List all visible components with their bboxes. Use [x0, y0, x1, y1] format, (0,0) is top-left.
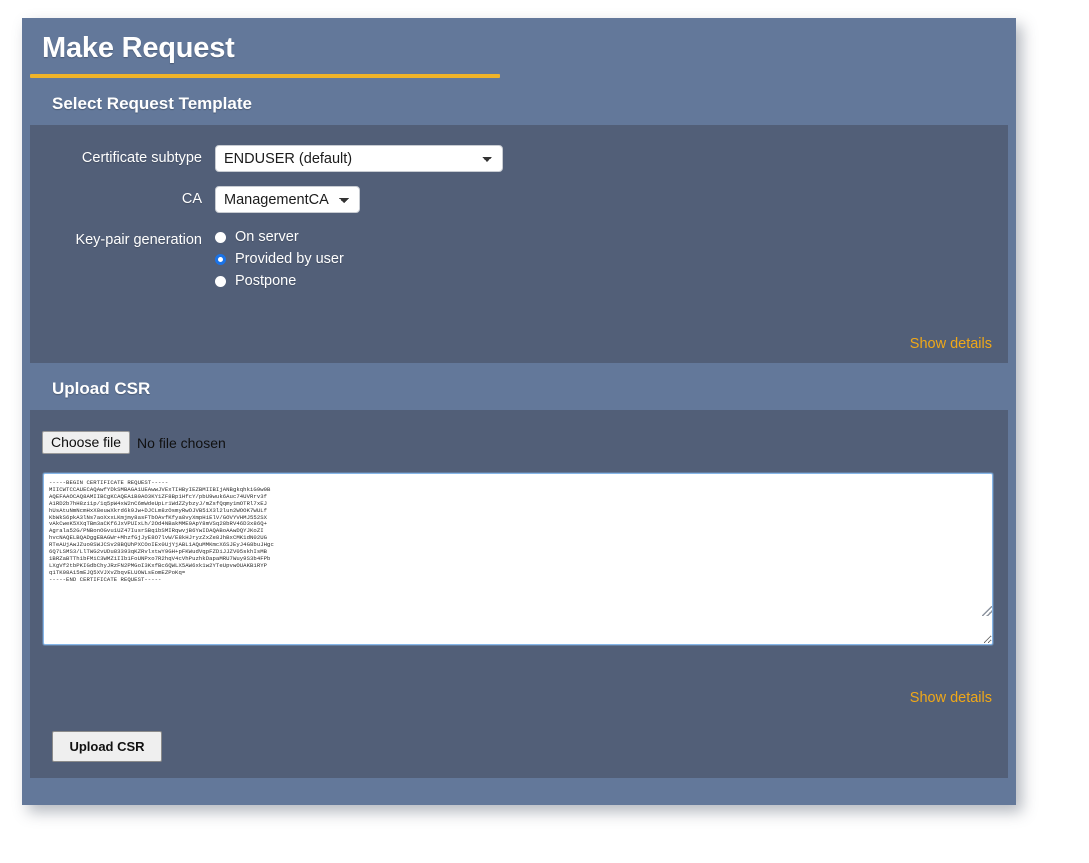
certificate-subtype-label: Certificate subtype: [30, 145, 215, 166]
request-template-panel: Certificate subtype ENDUSER (default) CA…: [30, 125, 1008, 363]
ca-label: CA: [30, 186, 215, 207]
upload-csr-heading: Upload CSR: [22, 363, 1016, 399]
radio-label-provided-by-user: Provided by user: [235, 251, 344, 267]
radio-option-on-server[interactable]: On server: [215, 229, 344, 245]
certificate-subtype-select[interactable]: ENDUSER (default): [215, 145, 503, 172]
choose-file-button[interactable]: Choose file: [42, 431, 130, 454]
make-request-container: Make Request Select Request Template Cer…: [22, 18, 1016, 805]
ca-row: CA ManagementCA: [30, 186, 1008, 213]
file-status-text: No file chosen: [137, 435, 226, 451]
radio-circle-icon: [215, 232, 226, 243]
upload-csr-submit-button[interactable]: Upload CSR: [52, 731, 162, 762]
ca-control: ManagementCA: [215, 186, 360, 213]
csr-textarea[interactable]: [43, 473, 993, 645]
radio-circle-selected-icon: [215, 254, 226, 265]
key-pair-generation-label: Key-pair generation: [30, 227, 215, 248]
show-details-link-upload[interactable]: Show details: [910, 690, 992, 706]
ca-select[interactable]: ManagementCA: [215, 186, 360, 213]
radio-option-postpone[interactable]: Postpone: [215, 273, 344, 289]
radio-option-provided-by-user[interactable]: Provided by user: [215, 251, 344, 267]
radio-label-postpone: Postpone: [235, 273, 296, 289]
certificate-subtype-control: ENDUSER (default): [215, 145, 503, 172]
page-title: Make Request: [22, 18, 1016, 65]
key-pair-generation-radio-group: On server Provided by user Postpone: [215, 227, 344, 295]
certificate-subtype-row: Certificate subtype ENDUSER (default): [30, 145, 1008, 172]
show-details-link-template[interactable]: Show details: [910, 336, 992, 352]
page-root: Make Request Select Request Template Cer…: [0, 0, 1089, 863]
upload-csr-panel: Choose file No file chosen Show details …: [30, 410, 1008, 778]
file-input-row: Choose file No file chosen: [30, 422, 1008, 454]
radio-label-on-server: On server: [235, 229, 299, 245]
select-request-template-heading: Select Request Template: [22, 78, 1016, 114]
key-pair-generation-row: Key-pair generation On server Provided b…: [30, 227, 1008, 295]
radio-circle-icon: [215, 276, 226, 287]
